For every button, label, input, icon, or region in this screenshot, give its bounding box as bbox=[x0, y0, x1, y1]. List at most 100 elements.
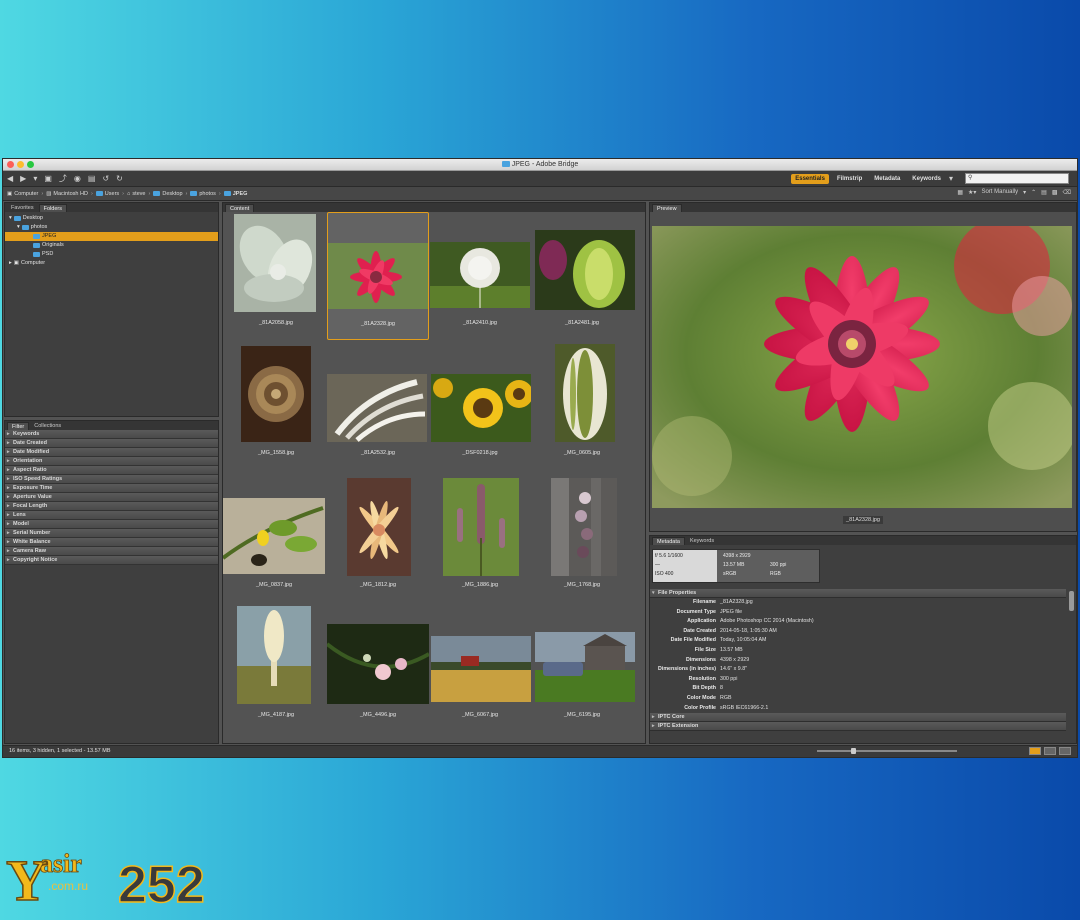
folder-desktop[interactable]: ▾ Desktop bbox=[5, 214, 218, 223]
filter-camera-raw[interactable]: Camera Raw bbox=[5, 547, 218, 556]
get-photos-icon[interactable]: ▣ bbox=[44, 174, 52, 183]
workspace-switcher: Essentials Filmstrip Metadata Keywords ▾… bbox=[791, 173, 1069, 184]
thumbnail-item[interactable]: _MG_4187.jpg bbox=[225, 604, 327, 732]
back-icon[interactable]: ◀ bbox=[7, 174, 13, 183]
thumbnail-item[interactable]: _MG_6067.jpg bbox=[429, 604, 531, 732]
placard-dimensions: 4398 x 2929 bbox=[723, 553, 751, 559]
metadata-placard: f/ 5.6 1/1600 — ISO 400 4398 x 2929 13.5… bbox=[652, 549, 820, 583]
view-details-button[interactable] bbox=[1044, 747, 1056, 755]
breadcrumb-steve[interactable]: ⌂ steve bbox=[127, 191, 145, 197]
thumbnail-filename: _MG_6195.jpg bbox=[563, 712, 601, 718]
tab-collections[interactable]: Collections bbox=[30, 422, 66, 430]
breadcrumb-desktop[interactable]: Desktop bbox=[153, 191, 183, 197]
slider-handle[interactable] bbox=[851, 748, 856, 754]
thumbnail-item[interactable]: _81A2532.jpg bbox=[327, 342, 429, 470]
filter-date-created[interactable]: Date Created bbox=[5, 439, 218, 448]
filter-keywords[interactable]: Keywords bbox=[5, 430, 218, 439]
thumbnail-item[interactable]: _MG_1812.jpg bbox=[327, 474, 429, 602]
folder-originals[interactable]: Originals bbox=[5, 241, 218, 250]
folder-jpeg[interactable]: JPEG bbox=[5, 232, 218, 241]
workspace-filmstrip[interactable]: Filmstrip bbox=[833, 174, 866, 184]
open-in-camera-raw-icon[interactable]: ◉ bbox=[74, 174, 81, 183]
workspace-keywords[interactable]: Keywords bbox=[908, 174, 945, 184]
thumbnail-item[interactable]: _MG_0605.jpg bbox=[531, 342, 633, 470]
open-recent-file-icon[interactable]: ▤ bbox=[1041, 189, 1047, 196]
refine-icon[interactable]: ⤴ bbox=[59, 174, 67, 183]
iptc-core-header[interactable]: IPTC Core bbox=[650, 713, 1066, 723]
thumbnail-image bbox=[327, 624, 429, 704]
breadcrumb-macintosh-hd[interactable]: ▧ Macintosh HD bbox=[46, 191, 88, 197]
breadcrumb-users[interactable]: Users bbox=[95, 191, 119, 197]
thumbnail-item[interactable]: _DSF0218.jpg bbox=[429, 342, 531, 470]
filter-items-icon[interactable]: ★▾ bbox=[968, 189, 976, 196]
thumbnail-item[interactable]: _81A2481.jpg bbox=[531, 212, 635, 340]
view-list-button[interactable] bbox=[1059, 747, 1071, 755]
sort-dropdown[interactable]: Sort Manually bbox=[981, 189, 1018, 196]
filter-date-modified[interactable]: Date Modified bbox=[5, 448, 218, 457]
thumbnail-item[interactable]: _MG_1768.jpg bbox=[531, 474, 633, 602]
filter-copyright[interactable]: Copyright Notice bbox=[5, 556, 218, 565]
tab-preview[interactable]: Preview bbox=[652, 204, 682, 212]
close-window-button[interactable] bbox=[7, 161, 14, 168]
new-folder-icon[interactable]: ▩ bbox=[1052, 189, 1058, 196]
rotate-left-icon[interactable]: ↺ bbox=[102, 174, 109, 183]
svg-text:252: 252 bbox=[118, 856, 205, 914]
recent-menu-icon[interactable]: ▾ bbox=[33, 174, 37, 183]
filter-aspect-ratio[interactable]: Aspect Ratio bbox=[5, 466, 218, 475]
breadcrumb-computer[interactable]: ▣ Computer bbox=[7, 191, 38, 197]
thumbnail-image bbox=[241, 346, 311, 442]
filter-orientation[interactable]: Orientation bbox=[5, 457, 218, 466]
tab-filter[interactable]: Filter bbox=[7, 422, 30, 430]
metadata-scrollbar[interactable] bbox=[1069, 591, 1074, 611]
minimize-window-button[interactable] bbox=[17, 161, 24, 168]
filter-focal-length[interactable]: Focal Length bbox=[5, 502, 218, 511]
filter-white-balance[interactable]: White Balance bbox=[5, 538, 218, 547]
tab-content[interactable]: Content bbox=[225, 204, 255, 212]
breadcrumb-jpeg[interactable]: JPEG bbox=[223, 191, 247, 197]
forward-icon[interactable]: ▶ bbox=[20, 174, 26, 183]
tab-favorites[interactable]: Favorites bbox=[7, 204, 38, 212]
preview-image[interactable] bbox=[652, 226, 1072, 508]
delete-icon[interactable]: ⌫ bbox=[1063, 189, 1071, 196]
filter-model[interactable]: Model bbox=[5, 520, 218, 529]
folder-computer[interactable]: ▸ ▣ Computer bbox=[5, 259, 218, 268]
search-input[interactable]: ⚲ bbox=[965, 173, 1069, 184]
thumbnail-item[interactable]: _MG_0837.jpg bbox=[223, 474, 325, 602]
sort-ascending-icon[interactable]: ⌃ bbox=[1031, 189, 1036, 196]
thumbnail-item[interactable]: _MG_6195.jpg bbox=[531, 604, 635, 732]
thumbnail-item[interactable]: _81A2410.jpg bbox=[429, 212, 531, 340]
tab-metadata[interactable]: Metadata bbox=[652, 537, 685, 545]
workspace-menu-icon[interactable]: ▾ bbox=[949, 174, 953, 183]
folder-photos[interactable]: ▾ photos bbox=[5, 223, 218, 232]
output-icon[interactable]: ▤ bbox=[88, 174, 96, 183]
thumbnail-item[interactable]: _81A2328.jpg bbox=[327, 212, 429, 340]
expand-arrow-icon: ▾ bbox=[9, 215, 12, 221]
thumbnail-item[interactable]: _81A2058.jpg bbox=[225, 212, 327, 340]
iptc-extension-header[interactable]: IPTC Extension bbox=[650, 722, 1066, 732]
filter-iso[interactable]: ISO Speed Ratings bbox=[5, 475, 218, 484]
rotate-right-icon[interactable]: ↻ bbox=[116, 174, 123, 183]
breadcrumb-separator: › bbox=[185, 190, 188, 197]
prop-color-mode: Color Mode RGB bbox=[650, 694, 1066, 704]
folder-psd[interactable]: PSD bbox=[5, 250, 218, 259]
thumbnail-size-slider[interactable] bbox=[817, 748, 957, 754]
expand-arrow-icon: ▾ bbox=[17, 224, 20, 230]
filter-serial-number[interactable]: Serial Number bbox=[5, 529, 218, 538]
workspace-essentials[interactable]: Essentials bbox=[791, 173, 829, 184]
thumbnail-item[interactable]: _MG_4496.jpg bbox=[327, 604, 429, 732]
maximize-window-button[interactable] bbox=[27, 161, 34, 168]
file-properties-header[interactable]: File Properties bbox=[650, 589, 1066, 598]
quality-icon[interactable]: ▦ bbox=[957, 189, 963, 196]
thumbnail-item[interactable]: _MG_1886.jpg bbox=[429, 474, 531, 602]
workspace-metadata[interactable]: Metadata bbox=[870, 174, 904, 184]
filter-lens[interactable]: Lens bbox=[5, 511, 218, 520]
chevron-down-icon[interactable]: ▾ bbox=[1023, 189, 1026, 196]
filter-exposure-time[interactable]: Exposure Time bbox=[5, 484, 218, 493]
tab-keywords[interactable]: Keywords bbox=[685, 537, 719, 545]
thumbnail-item[interactable]: _MG_1558.jpg bbox=[225, 342, 327, 470]
view-thumbnails-button[interactable] bbox=[1029, 747, 1041, 755]
prop-value: JPEG file bbox=[720, 608, 743, 615]
tab-folders[interactable]: Folders bbox=[38, 204, 67, 212]
breadcrumb-photos[interactable]: photos bbox=[190, 191, 216, 197]
filter-aperture[interactable]: Aperture Value bbox=[5, 493, 218, 502]
